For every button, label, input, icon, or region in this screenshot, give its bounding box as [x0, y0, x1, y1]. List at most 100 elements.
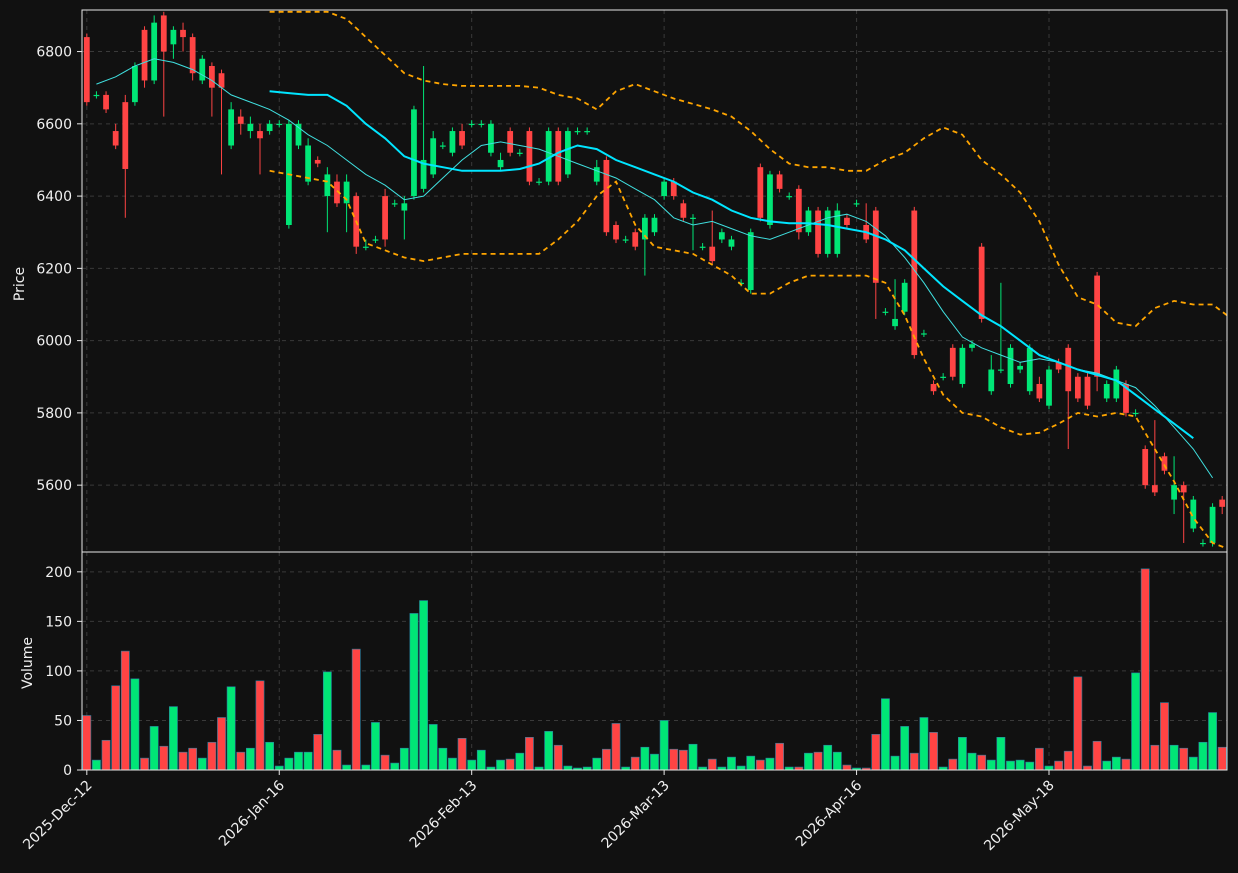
- price-axis-label: Price: [12, 267, 28, 301]
- price-tick-label: 5800: [36, 406, 72, 422]
- candle-down: [122, 102, 129, 169]
- volume-bar-up: [640, 746, 650, 771]
- candle-up: [1171, 485, 1177, 500]
- volume-bar-up: [900, 726, 910, 771]
- candle-up: [1103, 383, 1110, 399]
- volume-bar-up: [294, 751, 303, 771]
- volume-bar-up: [428, 724, 438, 771]
- volume-bar-up: [467, 759, 477, 771]
- volume-bar-down: [871, 734, 881, 771]
- x-tick-label: 2026-Feb-13: [407, 778, 481, 852]
- candle-down: [949, 347, 956, 377]
- candle-down: [844, 217, 850, 225]
- volume-bar-up: [245, 747, 255, 771]
- volume-bar-up: [746, 755, 756, 771]
- volume-bar-down: [602, 748, 611, 771]
- volume-bar-up: [265, 741, 275, 771]
- price-tick-label: 6800: [36, 45, 72, 61]
- volume-bar-up: [1131, 672, 1140, 771]
- candle-up: [998, 369, 1004, 371]
- volume-bar-down: [101, 739, 111, 771]
- volume-axis-label: Volume: [20, 637, 36, 689]
- candle-down: [209, 66, 215, 88]
- volume-bar-down: [669, 748, 679, 771]
- volume-bar-up: [1188, 756, 1198, 771]
- candle-up: [747, 232, 754, 291]
- volume-bar-down: [842, 764, 852, 771]
- candle-up: [988, 369, 995, 392]
- volume-tick-label: 200: [45, 565, 72, 581]
- volume-tick-label: 0: [63, 763, 72, 779]
- volume-bar-down: [159, 745, 169, 771]
- volume-bar-down: [188, 747, 198, 771]
- candle-up: [1007, 347, 1014, 384]
- volume-bar-down: [236, 751, 246, 771]
- candle-up: [661, 181, 668, 197]
- volume-bar-up: [390, 762, 400, 771]
- volume-bar-up: [448, 757, 457, 771]
- volume-bar-up: [515, 752, 525, 771]
- x-tick-label: 2026-Apr-16: [793, 777, 866, 850]
- volume-bar-down: [207, 741, 217, 771]
- volume-bar-down: [1150, 744, 1160, 771]
- volume-tick-label: 150: [45, 614, 72, 630]
- candle-down: [872, 210, 879, 283]
- volume-tick-label: 100: [45, 664, 72, 680]
- candle-up: [411, 109, 417, 197]
- volume-bar-down: [380, 754, 390, 771]
- candle-down: [1036, 383, 1043, 399]
- volume-bar-up: [274, 765, 284, 771]
- volume-bar-down: [1121, 758, 1131, 771]
- candle-up: [305, 145, 311, 182]
- volume-bar-up: [592, 757, 602, 771]
- candle-up: [372, 239, 379, 241]
- candle-up: [1209, 506, 1216, 543]
- candle-up: [276, 123, 283, 126]
- candle-down: [795, 188, 802, 233]
- candle-up: [690, 217, 696, 219]
- volume-bar-up: [996, 736, 1006, 771]
- volume-bar-up: [890, 755, 900, 771]
- volume-tick-label: 50: [54, 713, 72, 729]
- volume-bar-down: [178, 751, 188, 771]
- volume-bar-up: [438, 747, 448, 771]
- volume-bar-up: [563, 765, 573, 771]
- volume-bar-up: [399, 747, 409, 771]
- candle-down: [757, 167, 764, 218]
- volume-bar-down: [977, 754, 987, 771]
- candle-up: [478, 123, 485, 126]
- volume-bar-down: [948, 758, 958, 771]
- volume-bar-down: [813, 751, 823, 771]
- candle-up: [1113, 369, 1120, 399]
- candle-down: [632, 232, 639, 247]
- volume-bar-up: [544, 731, 554, 771]
- candle-up: [969, 344, 975, 348]
- candle-down: [709, 246, 716, 262]
- volume-bar-up: [1025, 761, 1035, 771]
- volume-bar-down: [505, 758, 515, 771]
- volume-bar-up: [1208, 712, 1217, 771]
- candle-down: [1084, 376, 1091, 406]
- candle-up: [266, 123, 273, 132]
- volume-bar-up: [371, 722, 380, 771]
- volume-bar-down: [111, 685, 121, 771]
- price-tick-label: 6400: [36, 189, 72, 205]
- candle-up: [132, 66, 138, 103]
- candle-up: [565, 131, 571, 175]
- volume-bar-down: [217, 717, 226, 771]
- volume-bar-up: [881, 698, 890, 771]
- candle-down: [1065, 347, 1072, 392]
- candle-up: [718, 232, 725, 240]
- candle-down: [1151, 485, 1158, 493]
- candle-up: [1017, 365, 1024, 370]
- candlestick-chart: 5600 5800 6000 6200 6400 6600 6800 0 50 100 150 200…: [12, 9, 1228, 854]
- volume-bar-down: [553, 744, 563, 771]
- candle-down: [526, 131, 533, 182]
- candle-down: [218, 73, 225, 88]
- volume-bar-up: [197, 757, 207, 771]
- candle-down: [1142, 449, 1149, 486]
- candle-up: [449, 131, 456, 153]
- candle-down: [237, 116, 244, 124]
- price-tick-label: 6000: [36, 334, 72, 350]
- volume-bar-down: [775, 742, 784, 771]
